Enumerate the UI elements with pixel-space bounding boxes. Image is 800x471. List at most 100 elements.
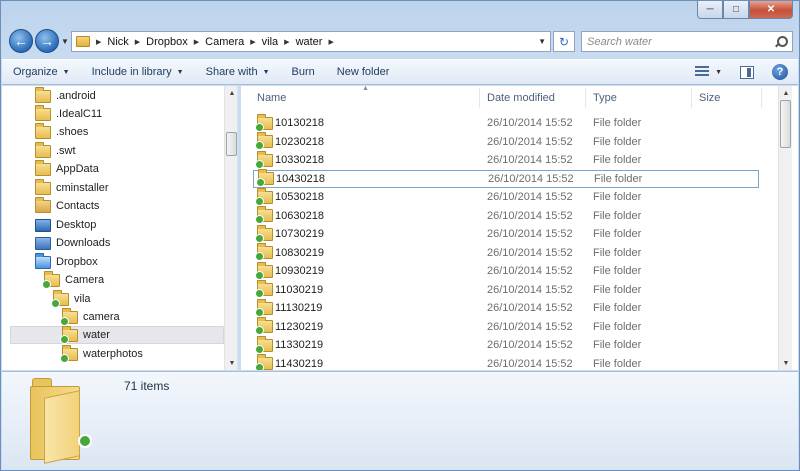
scroll-up-arrow-icon[interactable]: ▲ xyxy=(225,86,237,100)
navigation-pane: .android .IdealC11 .shoes .swt AppData c… xyxy=(2,86,238,370)
file-row[interactable]: 11030219 26/10/2014 15:52 File folder xyxy=(253,280,759,299)
navigation-scrollbar[interactable]: ▲ ▼ xyxy=(224,86,237,370)
file-row[interactable]: 11330219 26/10/2014 15:52 File folder xyxy=(253,335,759,354)
file-row[interactable]: 10730219 26/10/2014 15:52 File folder xyxy=(253,224,759,243)
chevron-right-icon[interactable]: ▶ xyxy=(328,38,333,46)
file-type: File folder xyxy=(593,135,642,148)
tree-item-label: Desktop xyxy=(56,219,97,231)
scroll-down-arrow-icon[interactable]: ▼ xyxy=(225,356,237,370)
file-list-scrollbar[interactable]: ▲ ▼ xyxy=(778,86,792,370)
close-button[interactable]: ✕ xyxy=(749,1,793,19)
tree-item-water[interactable]: water xyxy=(10,325,224,344)
share-with-menu[interactable]: Share with ▼ xyxy=(195,60,281,84)
tree-item-dropbox[interactable]: Dropbox xyxy=(35,252,98,271)
file-row[interactable]: 11430219 26/10/2014 15:52 File folder xyxy=(253,354,759,370)
tree-item-vila[interactable]: vila xyxy=(51,289,91,308)
file-name: 10330218 xyxy=(275,154,324,166)
search-input[interactable] xyxy=(587,35,773,48)
address-bar[interactable]: ▶ Nick ▶ Dropbox ▶ Camera ▶ vila ▶ water… xyxy=(71,31,551,52)
column-header-label: Size xyxy=(699,92,721,104)
tree-item-appdata[interactable]: AppData xyxy=(35,159,99,178)
new-folder-button[interactable]: New folder xyxy=(326,60,401,84)
tree-item-swt[interactable]: .swt xyxy=(35,141,76,160)
breadcrumb-vila[interactable]: vila xyxy=(262,36,279,48)
tree-item-android[interactable]: .android xyxy=(35,86,96,105)
file-row[interactable]: 11230219 26/10/2014 15:52 File folder xyxy=(253,317,759,336)
file-row[interactable]: 10330218 26/10/2014 15:52 File folder xyxy=(253,150,759,169)
refresh-icon: ↻ xyxy=(558,34,570,49)
breadcrumb-dropbox[interactable]: Dropbox xyxy=(146,36,188,48)
preview-pane-icon[interactable] xyxy=(740,65,754,79)
chevron-right-icon[interactable]: ▶ xyxy=(194,38,199,46)
chevron-right-icon[interactable]: ▶ xyxy=(96,38,101,46)
tree-item-downloads[interactable]: Downloads xyxy=(35,234,110,252)
scroll-thumb[interactable] xyxy=(226,132,237,156)
scroll-down-arrow-icon[interactable]: ▼ xyxy=(779,356,793,370)
tree-item-waterphotos[interactable]: waterphotos xyxy=(60,344,143,363)
dropbox-icon xyxy=(35,252,51,269)
back-button[interactable]: ← xyxy=(9,29,33,53)
search-icon[interactable] xyxy=(773,34,789,50)
burn-button[interactable]: Burn xyxy=(281,60,326,84)
tree-item-idealc11[interactable]: .IdealC11 xyxy=(35,104,102,123)
caret-down-icon: ▼ xyxy=(62,68,70,76)
synced-folder-icon xyxy=(60,344,78,363)
file-row[interactable]: 11130219 26/10/2014 15:52 File folder xyxy=(253,298,759,317)
synced-folder-icon xyxy=(255,187,273,206)
file-date-modified: 26/10/2014 15:52 xyxy=(487,191,573,203)
organize-label: Organize xyxy=(13,66,58,78)
tree-item-camera[interactable]: Camera xyxy=(42,270,104,289)
tree-item-contacts[interactable]: Contacts xyxy=(35,196,100,215)
chevron-right-icon[interactable]: ▶ xyxy=(135,38,140,46)
maximize-button[interactable]: □ xyxy=(723,1,749,19)
help-icon[interactable]: ? xyxy=(772,64,788,80)
include-in-library-menu[interactable]: Include in library ▼ xyxy=(81,60,195,84)
search-box[interactable] xyxy=(581,31,793,52)
tree-item-cminstaller[interactable]: cminstaller xyxy=(35,178,109,197)
forward-arrow-icon: → xyxy=(40,33,54,49)
folder-icon xyxy=(76,36,90,47)
file-date-modified: 26/10/2014 15:52 xyxy=(487,117,573,129)
file-row[interactable]: 10930219 26/10/2014 15:52 File folder xyxy=(253,261,759,280)
file-date-modified: 26/10/2014 15:52 xyxy=(488,172,574,185)
file-row[interactable]: 10430218 26/10/2014 15:52 File folder xyxy=(253,169,759,188)
folder-icon xyxy=(35,122,51,139)
scroll-thumb[interactable] xyxy=(780,100,791,148)
file-row[interactable]: 10630218 26/10/2014 15:52 File folder xyxy=(253,206,759,225)
tree-item-desktop[interactable]: Desktop xyxy=(35,216,96,234)
organize-menu[interactable]: Organize ▼ xyxy=(2,60,81,84)
address-history-dropdown[interactable]: ▼ xyxy=(538,37,546,46)
file-type: File folder xyxy=(593,154,642,166)
file-type: File folder xyxy=(593,265,642,277)
synced-folder-icon xyxy=(255,298,273,317)
column-header-size[interactable]: Size xyxy=(691,86,761,110)
tree-item-label: Contacts xyxy=(56,200,100,212)
file-row[interactable]: 10830219 26/10/2014 15:52 File folder xyxy=(253,243,759,262)
column-divider[interactable] xyxy=(761,88,762,108)
chevron-right-icon[interactable]: ▶ xyxy=(250,38,255,46)
file-row[interactable]: 10530218 26/10/2014 15:52 File folder xyxy=(253,187,759,206)
recent-pages-button[interactable]: ▼ xyxy=(61,37,69,46)
file-row[interactable]: 10130218 26/10/2014 15:52 File folder xyxy=(253,113,759,132)
scroll-up-arrow-icon[interactable]: ▲ xyxy=(779,86,793,100)
refresh-button[interactable]: ↻ xyxy=(553,31,575,52)
minimize-button[interactable]: ─ xyxy=(697,1,723,19)
change-view-icon[interactable] xyxy=(695,66,710,78)
forward-button[interactable]: → xyxy=(35,29,59,53)
caret-down-icon: ▼ xyxy=(262,68,270,76)
downloads-icon xyxy=(35,236,51,250)
view-options-dropdown[interactable]: ▼ xyxy=(715,69,722,76)
file-date-modified: 26/10/2014 15:52 xyxy=(487,246,573,259)
synced-folder-icon xyxy=(256,169,274,187)
file-row[interactable]: 10230218 26/10/2014 15:52 File folder xyxy=(253,132,759,151)
breadcrumb-water[interactable]: water xyxy=(296,36,323,48)
column-header-date[interactable]: Date modified xyxy=(479,86,585,110)
tree-item-shoes[interactable]: .shoes xyxy=(35,122,88,141)
chevron-right-icon[interactable]: ▶ xyxy=(284,38,289,46)
view-controls: ▼ ? xyxy=(695,60,798,84)
tree-item-camera-sub[interactable]: camera xyxy=(60,307,120,326)
column-header-type[interactable]: Type xyxy=(585,86,691,110)
breadcrumb-nick[interactable]: Nick xyxy=(107,36,128,48)
breadcrumb-camera[interactable]: Camera xyxy=(205,36,244,48)
column-header-name[interactable]: Name xyxy=(249,86,477,110)
